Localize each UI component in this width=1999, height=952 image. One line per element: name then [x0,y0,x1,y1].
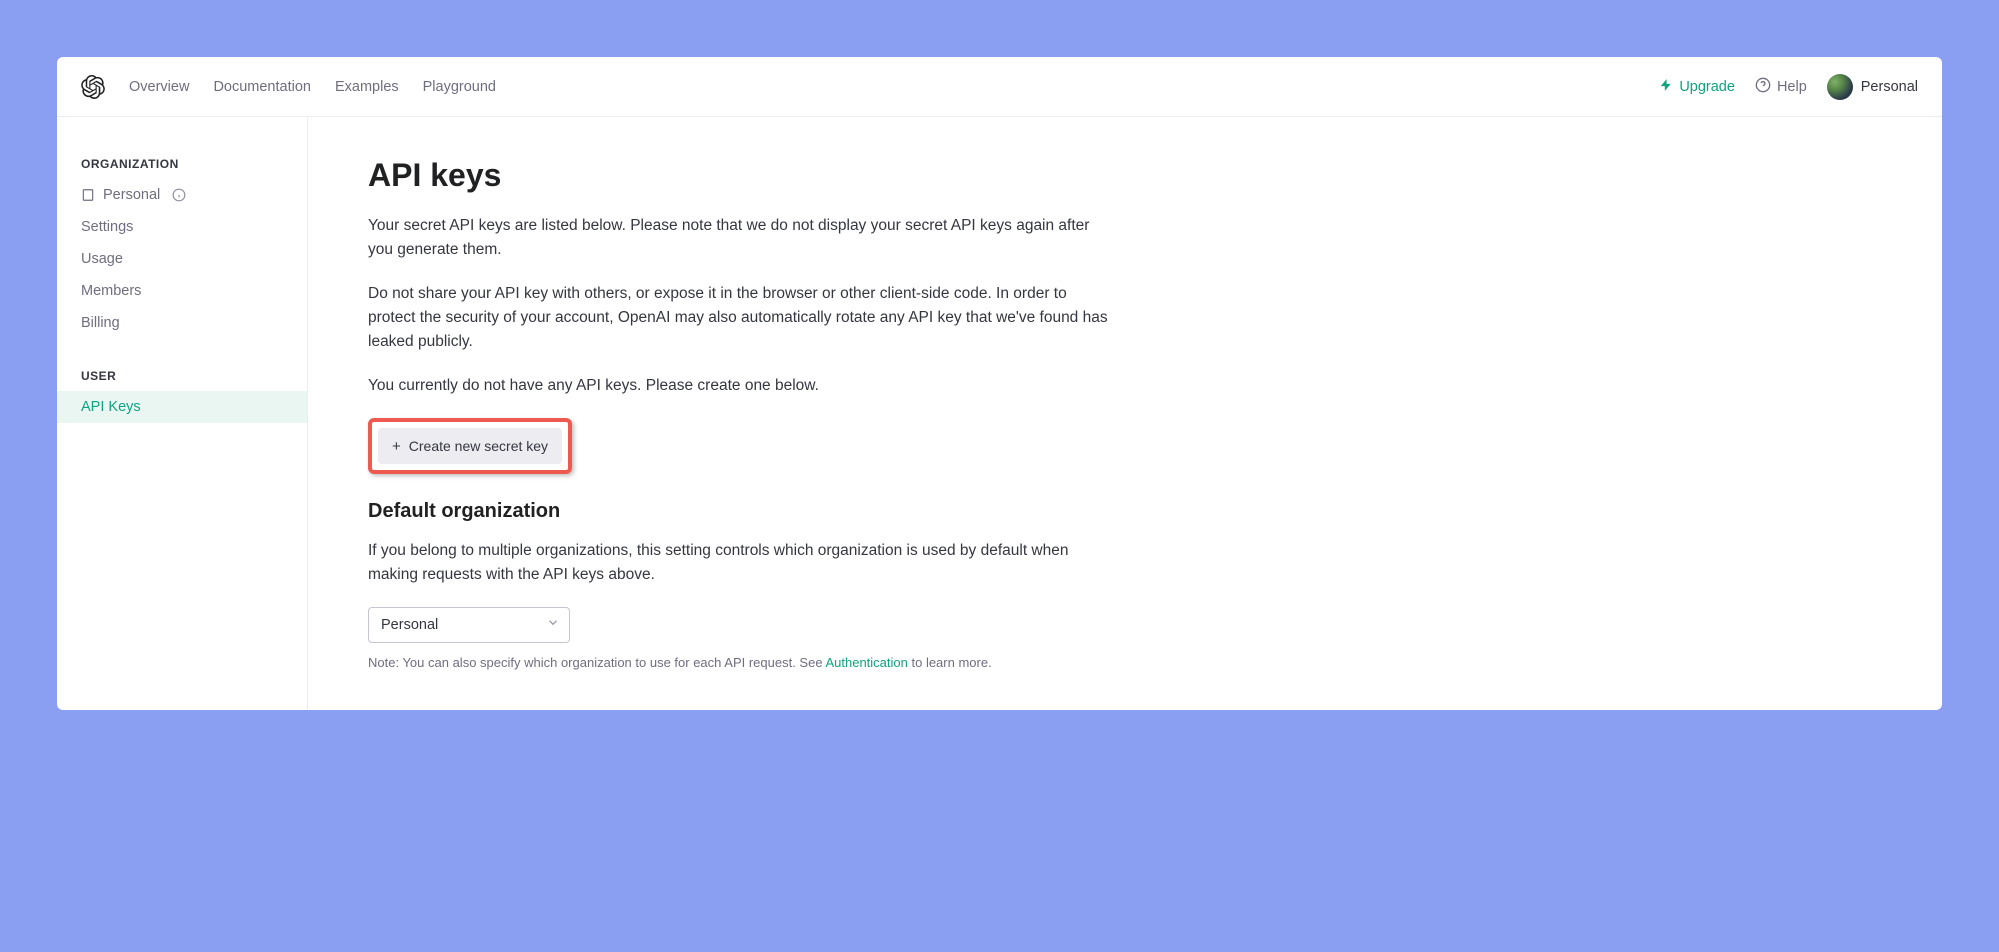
info-icon [172,188,186,202]
header-right: Upgrade Help Personal [1659,74,1918,100]
sidebar-item-usage[interactable]: Usage [57,243,307,275]
sidebar-header-organization: ORGANIZATION [57,149,307,179]
sidebar-item-members[interactable]: Members [57,275,307,307]
default-org-heading: Default organization [368,500,1108,523]
intro-paragraph-1: Your secret API keys are listed below. P… [368,214,1108,262]
help-label: Help [1777,79,1807,95]
nav-playground[interactable]: Playground [423,79,496,95]
nav-examples[interactable]: Examples [335,79,399,95]
help-icon [1755,77,1771,97]
plus-icon: + [392,439,401,454]
note-prefix: Note: You can also specify which organiz… [368,655,825,670]
note-text: Note: You can also specify which organiz… [368,655,1108,670]
create-key-label: Create new secret key [409,438,548,454]
sidebar: ORGANIZATION Personal Settings Usage Mem… [57,117,308,710]
note-suffix: to learn more. [908,655,992,670]
authentication-link[interactable]: Authentication [825,655,907,670]
annotation-highlight: + Create new secret key [368,418,572,474]
org-select-wrap: Personal [368,607,570,643]
sidebar-item-api-keys[interactable]: API Keys [57,391,307,423]
bolt-icon [1659,78,1673,96]
help-link[interactable]: Help [1755,77,1807,97]
nav-overview[interactable]: Overview [129,79,189,95]
sidebar-item-billing[interactable]: Billing [57,307,307,339]
page-title: API keys [368,157,1108,194]
building-icon [81,188,95,202]
openai-logo-icon[interactable] [81,75,105,99]
sidebar-item-label: Billing [81,315,120,331]
nav-documentation[interactable]: Documentation [213,79,311,95]
profile-menu[interactable]: Personal [1827,74,1918,100]
sidebar-item-label: Members [81,283,141,299]
content: API keys Your secret API keys are listed… [308,117,1168,710]
app-window: Overview Documentation Examples Playgrou… [57,57,1942,710]
top-nav: Overview Documentation Examples Playgrou… [129,79,496,95]
sidebar-header-user: USER [57,361,307,391]
upgrade-label: Upgrade [1679,79,1735,95]
default-org-paragraph: If you belong to multiple organizations,… [368,539,1108,587]
sidebar-item-label: API Keys [81,399,141,415]
sidebar-item-label: Settings [81,219,133,235]
avatar [1827,74,1853,100]
upgrade-link[interactable]: Upgrade [1659,78,1735,96]
sidebar-item-label: Personal [103,187,160,203]
create-secret-key-button[interactable]: + Create new secret key [378,428,562,464]
main-body: ORGANIZATION Personal Settings Usage Mem… [57,117,1942,710]
intro-paragraph-2: Do not share your API key with others, o… [368,282,1108,354]
sidebar-item-label: Usage [81,251,123,267]
profile-label: Personal [1861,79,1918,95]
intro-paragraph-3: You currently do not have any API keys. … [368,374,1108,398]
sidebar-item-settings[interactable]: Settings [57,211,307,243]
header: Overview Documentation Examples Playgrou… [57,57,1942,117]
sidebar-item-personal[interactable]: Personal [57,179,307,211]
header-left: Overview Documentation Examples Playgrou… [81,75,496,99]
default-org-select[interactable]: Personal [368,607,570,643]
